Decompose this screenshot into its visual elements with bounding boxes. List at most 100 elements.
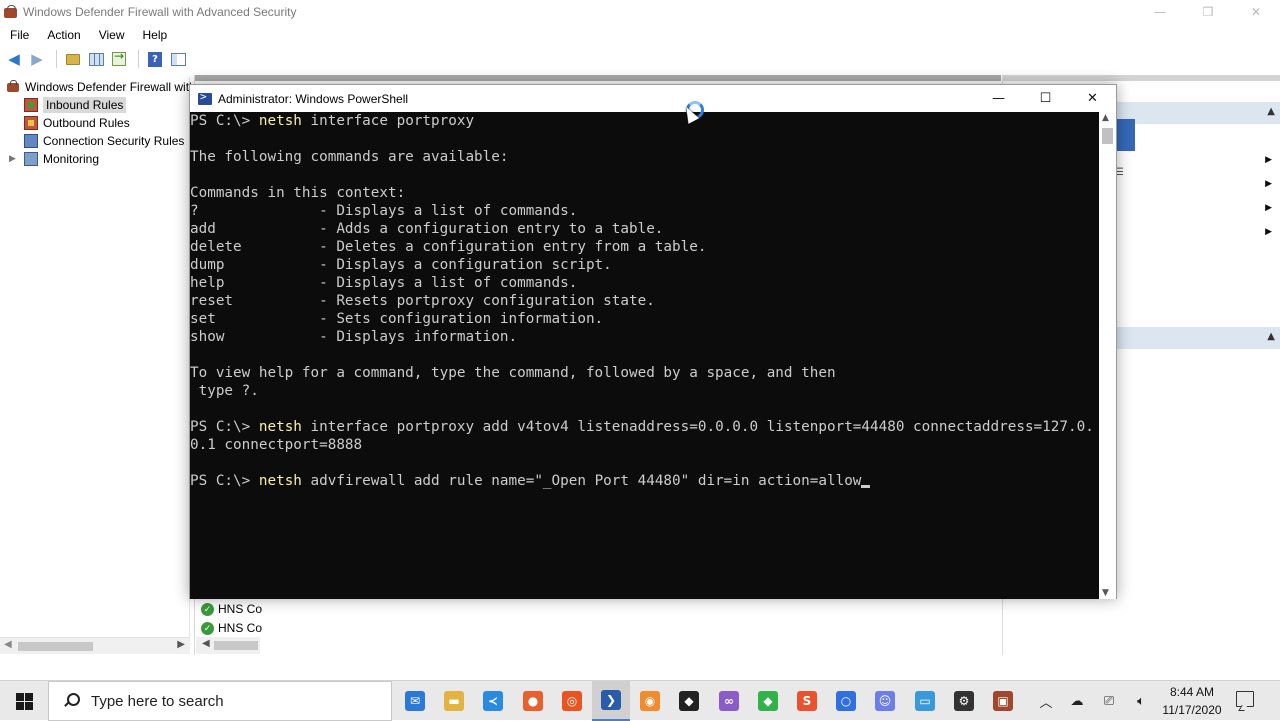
tree-item-root[interactable]: Windows Defender Firewall with <box>6 78 196 96</box>
menu-action[interactable]: Action <box>37 28 88 42</box>
network-icon[interactable]: ⎚ <box>1098 681 1120 721</box>
scroll-down-icon[interactable]: ▼ <box>1102 588 1109 598</box>
collapse-icon[interactable]: ▲ <box>1267 331 1275 342</box>
mmc-menubar: File Action View Help <box>0 25 175 45</box>
terminal-area[interactable]: PS C:\> netsh interface portproxy The fol… <box>190 112 1100 599</box>
tree-horizontal-scrollbar[interactable]: ◀ ▶ <box>0 637 190 654</box>
actions-section-header[interactable]: ▲ <box>1113 327 1280 349</box>
submenu-arrow-icon[interactable]: ▶ <box>1265 227 1272 237</box>
collapse-icon[interactable]: ▲ <box>1267 106 1275 117</box>
toolbar-separator <box>56 50 57 68</box>
taskbar-search-box[interactable]: Type here to search <box>48 681 392 721</box>
selected-action[interactable] <box>1115 119 1135 151</box>
terminal-line: Commands in this context: <box>190 185 406 201</box>
list-header <box>195 75 1001 81</box>
submenu-arrow-icon[interactable]: ▶ <box>1265 155 1272 165</box>
up-folder-icon[interactable] <box>63 49 83 69</box>
tree-item-monitoring[interactable]: Monitoring <box>24 150 99 168</box>
terminal-line: type ?. <box>190 383 259 399</box>
taskbar-app-git[interactable]: ◆ <box>749 681 787 721</box>
help-icon[interactable]: ? <box>145 49 165 69</box>
chevron-right-icon[interactable]: ▶ <box>9 154 16 164</box>
terminal-line: dump - Displays a configuration script. <box>190 257 612 273</box>
menu-view[interactable]: View <box>89 28 133 42</box>
terminal-prompt: PS C:\> <box>190 419 259 435</box>
chevron-up-icon[interactable]: ︿ <box>1036 681 1056 721</box>
menu-help[interactable]: Help <box>133 28 176 42</box>
terminal-arguments: interface portproxy add v4tov4 listenadd… <box>301 419 1094 435</box>
volume-icon[interactable]: 🔈︎ <box>1130 681 1152 721</box>
taskbar-app-ubuntu[interactable]: ◎ <box>553 681 591 721</box>
list-item[interactable]: ✓ HNS Co <box>201 619 262 637</box>
taskbar: Type here to search ✉ ▬ ≺ ● ◎ ❯ ◉ ◆ ∞ ◆ S ○ ☺ ▭ ⚙ ▣ ︿ ☁… <box>0 680 1280 721</box>
menu-file[interactable]: File <box>0 28 37 42</box>
powershell-title-bar[interactable]: Administrator: Windows PowerShell — ☐ ✕ <box>190 85 1116 112</box>
forward-arrow-icon[interactable]: ▶ <box>27 49 47 69</box>
enabled-check-icon: ✓ <box>201 621 214 635</box>
scroll-thumb[interactable] <box>18 642 93 651</box>
powershell-icon: ❯ <box>601 690 621 710</box>
submenu-arrow-icon[interactable]: ▶ <box>1265 203 1272 213</box>
terminal-line: To view help for a command, type the com… <box>190 365 836 381</box>
taskbar-app-signal[interactable]: ○ <box>827 681 865 721</box>
tree-item-connection-security-rules[interactable]: Connection Security Rules <box>24 132 184 150</box>
notifications-icon[interactable] <box>1236 691 1254 707</box>
taskbar-clock[interactable]: 8:44 AM 11/17/2020 <box>1154 683 1230 719</box>
mail-icon: ✉ <box>405 691 425 711</box>
show-hide-tree-icon[interactable] <box>86 49 106 69</box>
scroll-right-icon[interactable]: ▶ <box>177 639 185 650</box>
taskbar-app-mail[interactable]: ✉ <box>396 681 434 721</box>
mmc-title-bar[interactable]: Windows Defender Firewall with Advanced … <box>0 0 1280 24</box>
scroll-up-icon[interactable]: ▲ <box>1102 113 1109 123</box>
tree-item-inbound-rules[interactable]: Inbound Rules <box>24 96 127 114</box>
taskbar-app-firefox[interactable]: ● <box>514 681 552 721</box>
taskbar-app-firewall[interactable]: ▣ <box>984 681 1022 721</box>
action-pane-icon[interactable] <box>168 49 188 69</box>
terminal-line: reset - Resets portproxy configuration s… <box>190 293 655 309</box>
settings-icon: ⚙ <box>954 691 974 711</box>
inbound-rules-icon <box>24 98 38 112</box>
close-button[interactable]: ✕ <box>1069 85 1116 112</box>
windows-logo-icon <box>15 692 33 710</box>
taskbar-app-origin[interactable]: ◉ <box>631 681 669 721</box>
scroll-thumb[interactable] <box>214 641 258 650</box>
taskbar-app-unity[interactable]: ◆ <box>670 681 708 721</box>
start-button[interactable] <box>0 681 48 721</box>
terminal-line: set - Sets configuration information. <box>190 311 604 327</box>
terminal-line: PS C:\> netsh interface portproxy <box>190 112 1100 130</box>
list-horizontal-scrollbar[interactable]: ◀ <box>196 637 260 654</box>
submenu-arrow-icon[interactable]: ▶ <box>1265 179 1272 189</box>
minimize-button[interactable]: — <box>975 85 1022 112</box>
terminal-scrollbar[interactable]: ▲ ▼ <box>1099 112 1116 599</box>
taskbar-app-discord[interactable]: ☺ <box>866 681 904 721</box>
taskbar-app-sublime[interactable]: S <box>788 681 826 721</box>
terminal-arguments: advfirewall add rule name="_Open Port 44… <box>301 473 862 489</box>
terminal-line: add - Adds a configuration entry to a ta… <box>190 221 664 237</box>
taskbar-app-powershell[interactable]: ❯ <box>592 681 630 721</box>
search-placeholder: Type here to search <box>91 692 224 710</box>
mmc-close-button[interactable]: ✕ <box>1232 0 1280 24</box>
terminal-line: show - Displays information. <box>190 329 518 345</box>
taskbar-app-visual-studio[interactable]: ∞ <box>710 681 748 721</box>
list-item[interactable]: ✓ HNS Co <box>201 600 262 618</box>
terminal-line: The following commands are available: <box>190 149 509 165</box>
back-arrow-icon[interactable]: ◀ <box>4 49 24 69</box>
firefox-icon: ● <box>523 691 543 711</box>
mmc-maximize-button[interactable]: ❐ <box>1184 0 1232 24</box>
taskbar-app-vscode[interactable]: ≺ <box>474 681 512 721</box>
cloud-icon[interactable]: ☁ <box>1066 681 1088 721</box>
mmc-minimize-button[interactable]: — <box>1136 0 1184 24</box>
taskbar-app-remote-desktop[interactable]: ▭ <box>906 681 944 721</box>
export-list-icon[interactable] <box>109 49 129 69</box>
scroll-thumb[interactable] <box>1102 128 1113 144</box>
tree-item-outbound-rules[interactable]: Outbound Rules <box>24 114 130 132</box>
terminal-line: 0.1 connectport=8888 <box>190 437 363 453</box>
taskbar-app-settings[interactable]: ⚙ <box>945 681 983 721</box>
taskbar-app-file-explorer[interactable]: ▬ <box>435 681 473 721</box>
scroll-left-icon[interactable]: ◀ <box>4 639 12 650</box>
scroll-left-icon[interactable]: ◀ <box>202 638 210 649</box>
maximize-button[interactable]: ☐ <box>1022 85 1069 112</box>
actions-section-header[interactable]: ▲ <box>1113 102 1280 124</box>
